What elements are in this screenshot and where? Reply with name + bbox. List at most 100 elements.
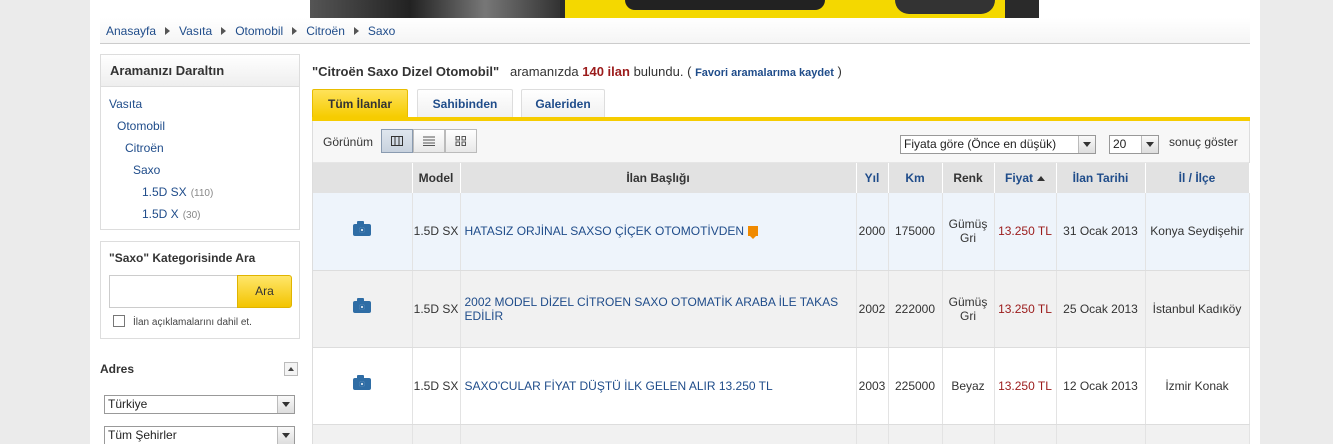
tree-item-saxo[interactable]: Saxo — [101, 159, 299, 181]
city-select[interactable]: Tüm Şehirler — [104, 426, 295, 444]
tree-item-vasita[interactable]: Vasıta — [101, 93, 299, 115]
breadcrumb-anasayfa[interactable]: Anasayfa — [106, 24, 156, 38]
col-location-sort[interactable]: İl / İlçe — [1145, 163, 1250, 193]
search-query: "Citroën Saxo Dizel Otomobil" — [312, 64, 500, 79]
km-cell: 222000 — [888, 270, 943, 348]
include-descriptions-checkbox[interactable] — [113, 315, 125, 327]
price-cell: 13.250 TL — [994, 347, 1057, 425]
tab-from-owner[interactable]: Sahibinden — [417, 89, 513, 117]
search-button[interactable]: Ara — [237, 275, 292, 308]
per-page-label: sonuç göster — [1169, 135, 1238, 149]
year-cell: 2002 — [856, 270, 889, 348]
model-cell: 1.5D SX — [412, 347, 461, 425]
view-list-button[interactable] — [413, 129, 445, 153]
country-select[interactable]: Türkiye — [104, 395, 295, 414]
tree-item-otomobil[interactable]: Otomobil — [101, 115, 299, 137]
view-table-button[interactable] — [381, 129, 413, 153]
view-grid-button[interactable] — [445, 129, 477, 153]
col-model: Model — [412, 163, 461, 193]
results-headline: "Citroën Saxo Dizel Otomobil" aramanızda… — [312, 64, 842, 79]
tree-item-15d-sx[interactable]: 1.5D SX (110) — [101, 181, 299, 203]
table-row[interactable]: 1.5D SX SAXO'CULAR FİYAT DÜŞTÜ İLK GELEN… — [313, 347, 1250, 425]
col-price-sort[interactable]: Fiyat — [994, 163, 1057, 193]
headline-text: bulundu. — [633, 64, 684, 79]
col-photo — [313, 163, 413, 193]
date-cell: 25 Ocak 2013 — [1056, 270, 1146, 348]
photo-cell[interactable] — [313, 347, 413, 425]
category-search-box: "Saxo" Kategorisinde Ara Ara İlan açıkla… — [100, 241, 300, 339]
breadcrumb-otomobil[interactable]: Otomobil — [235, 24, 283, 38]
col-date-sort[interactable]: İlan Tarihi — [1056, 163, 1146, 193]
results-toolbar: Görünüm Fiyata göre (Önce en düşük) 20 s… — [313, 121, 1249, 163]
date-cell: 31 Ocak 2013 — [1056, 193, 1146, 271]
price-cell: 13.250 TL — [994, 193, 1057, 271]
table-row[interactable]: 1.5D SX 2002 MODEL DİZEL CİTROEN SAXO OT… — [313, 270, 1250, 348]
refine-title: Aramanızı Daraltın — [101, 55, 299, 87]
tree-item-15d-x[interactable]: 1.5D X (30) — [101, 203, 299, 225]
photo-cell[interactable] — [313, 193, 413, 271]
listing-title-link[interactable]: HATASIZ ORJİNAL SAXSO ÇİÇEK OTOMOTİVDEN — [460, 193, 857, 271]
view-label: Görünüm — [323, 135, 374, 149]
chevron-down-icon — [277, 396, 294, 413]
breadcrumb-saxo[interactable]: Saxo — [368, 24, 395, 38]
color-cell: Gümüş Gri — [942, 270, 995, 348]
breadcrumb: Anasayfa Vasıta Otomobil Citroën Saxo — [100, 18, 1250, 44]
photo-cell[interactable] — [313, 270, 413, 348]
count-badge: (110) — [190, 188, 214, 199]
breadcrumb-vasita[interactable]: Vasıta — [179, 24, 212, 38]
table-row[interactable] — [313, 424, 1250, 444]
grid-view-icon — [455, 136, 466, 146]
location-cell: İstanbul Kadıköy — [1145, 270, 1250, 348]
price-cell: 13.250 TL — [994, 270, 1057, 348]
col-year-sort[interactable]: Yıl — [856, 163, 889, 193]
headline-text: aramanızda — [509, 64, 579, 79]
collapse-icon[interactable] — [284, 362, 298, 376]
location-cell: İzmir Konak — [1145, 347, 1250, 425]
sort-select[interactable]: Fiyata göre (Önce en düşük) — [900, 135, 1096, 154]
chevron-down-icon — [1078, 136, 1095, 153]
col-color: Renk — [942, 163, 995, 193]
listing-title-link[interactable]: SAXO'CULAR FİYAT DÜŞTÜ İLK GELEN ALIR 13… — [460, 347, 857, 425]
tree-item-citroen[interactable]: Citroën — [101, 137, 299, 159]
model-cell: 1.5D SX — [412, 270, 461, 348]
year-cell: 2003 — [856, 347, 889, 425]
category-tree: Vasıta Otomobil Citroën Saxo 1.5D SX (110… — [101, 87, 299, 225]
chevron-right-icon — [353, 26, 359, 35]
tab-all-listings[interactable]: Tüm İlanlar — [312, 89, 408, 117]
col-title: İlan Başlığı — [460, 163, 857, 193]
refine-search-panel: Aramanızı Daraltın Vasıta Otomobil Citro… — [100, 54, 300, 230]
year-cell: 2000 — [856, 193, 889, 271]
tab-from-dealer[interactable]: Galeriden — [521, 89, 605, 117]
chevron-down-icon — [277, 427, 294, 444]
chevron-down-icon — [1141, 136, 1158, 153]
sort-asc-icon — [1037, 176, 1045, 181]
breadcrumb-citroen[interactable]: Citroën — [306, 24, 345, 38]
paren: ) — [837, 64, 842, 79]
date-cell: 12 Ocak 2013 — [1056, 347, 1146, 425]
listing-tabs: Tüm İlanlar Sahibinden Galeriden — [312, 89, 1250, 121]
color-cell: Beyaz — [942, 347, 995, 425]
km-cell: 225000 — [888, 347, 943, 425]
top-banner-image[interactable] — [310, 0, 1039, 18]
chevron-right-icon — [221, 26, 227, 35]
address-filter: Adres Türkiye Tüm Şehirler — [100, 362, 300, 444]
list-view-icon — [423, 136, 435, 146]
flag-icon — [748, 226, 759, 240]
result-count: 140 ilan — [582, 64, 630, 79]
save-search-link[interactable]: Favori aramalarıma kaydet — [695, 67, 834, 79]
table-row[interactable]: 1.5D SX HATASIZ ORJİNAL SAXSO ÇİÇEK OTOM… — [313, 193, 1250, 271]
count-badge: (30) — [182, 210, 201, 221]
category-search-input[interactable] — [109, 275, 239, 308]
location-cell: Konya Seydişehir — [1145, 193, 1250, 271]
listing-title-link[interactable]: 2002 MODEL DİZEL CİTROEN SAXO OTOMATİK A… — [460, 270, 857, 348]
address-label: Adres — [100, 362, 135, 376]
model-cell: 1.5D SX — [412, 193, 461, 271]
per-page-select[interactable]: 20 — [1109, 135, 1159, 154]
chevron-right-icon — [292, 26, 298, 35]
camera-icon — [353, 375, 372, 390]
chevron-right-icon — [165, 26, 171, 35]
camera-icon — [353, 220, 372, 236]
km-cell: 175000 — [888, 193, 943, 271]
col-km-sort[interactable]: Km — [888, 163, 943, 193]
page: Anasayfa Vasıta Otomobil Citroën Saxo Ar… — [90, 0, 1260, 444]
